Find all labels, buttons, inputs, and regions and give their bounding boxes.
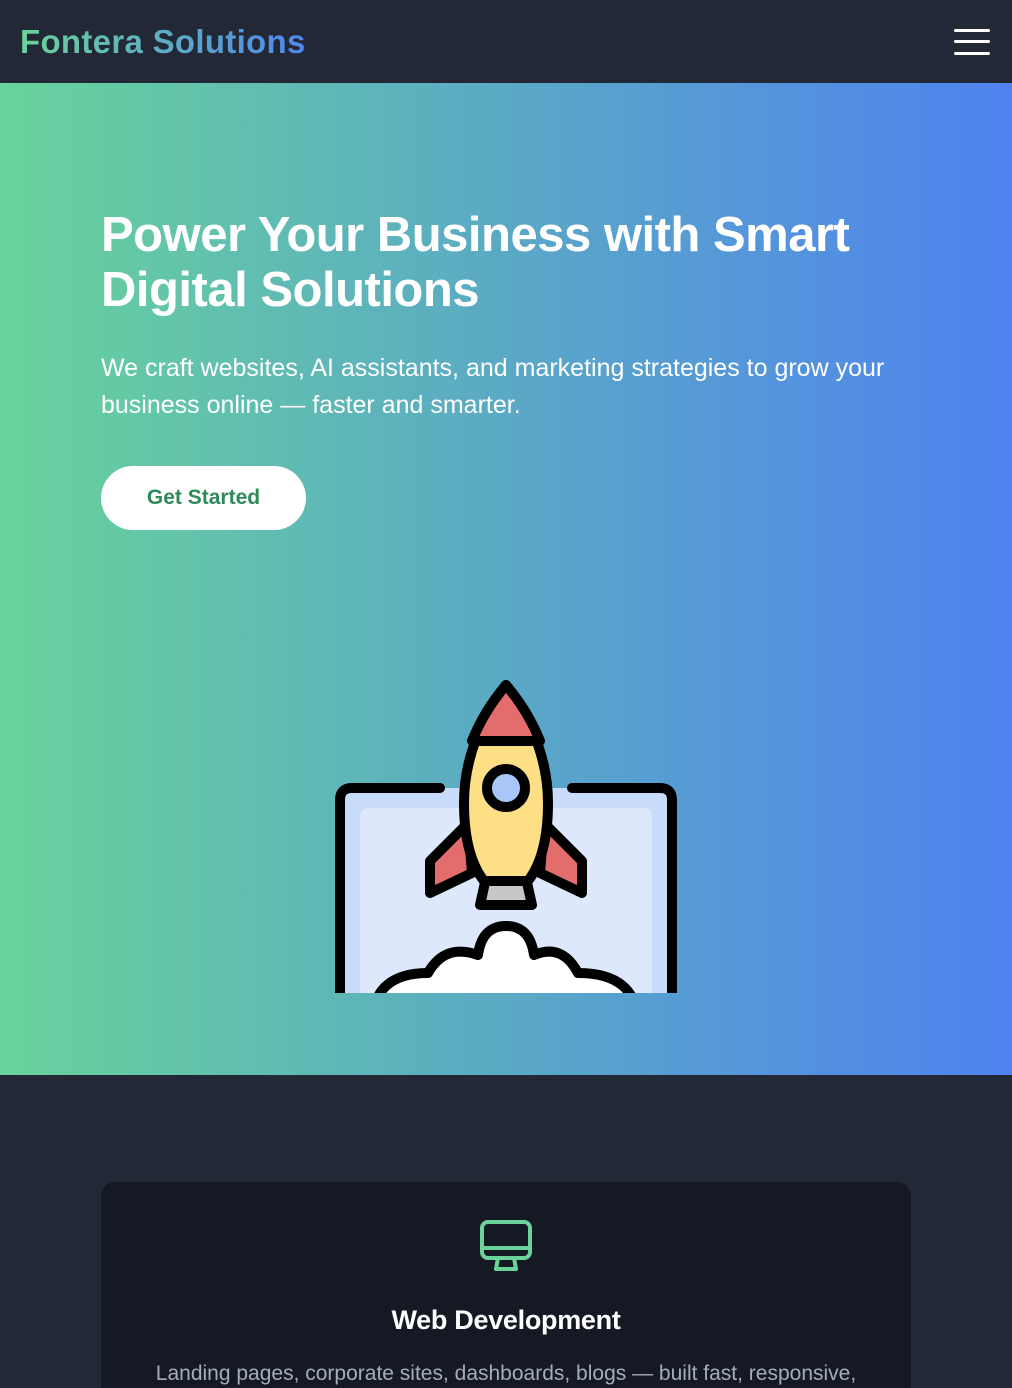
monitor-icon xyxy=(480,1220,532,1271)
service-description: Landing pages, corporate sites, dashboar… xyxy=(155,1362,857,1385)
menu-line xyxy=(954,28,990,32)
menu-line xyxy=(954,51,990,55)
services-section: Web Development Landing pages, corporate… xyxy=(0,1075,1012,1388)
navbar: Fontera Solutions xyxy=(0,0,1012,83)
rocket-launch-laptop-icon xyxy=(335,680,677,993)
get-started-button[interactable]: Get Started xyxy=(101,466,306,530)
hero-section: Power Your Business with Smart Digital S… xyxy=(0,83,1012,1075)
service-title: Web Development xyxy=(391,1305,621,1335)
menu-line xyxy=(954,40,990,43)
hero-subtitle: We craft websites, AI assistants, and ma… xyxy=(101,354,885,419)
site-logo[interactable]: Fontera Solutions xyxy=(20,23,306,61)
hero-title: Power Your Business with Smart Digital S… xyxy=(101,208,850,317)
hamburger-menu-icon[interactable] xyxy=(954,27,990,57)
service-card-web-development[interactable]: Web Development Landing pages, corporate… xyxy=(101,1182,911,1388)
